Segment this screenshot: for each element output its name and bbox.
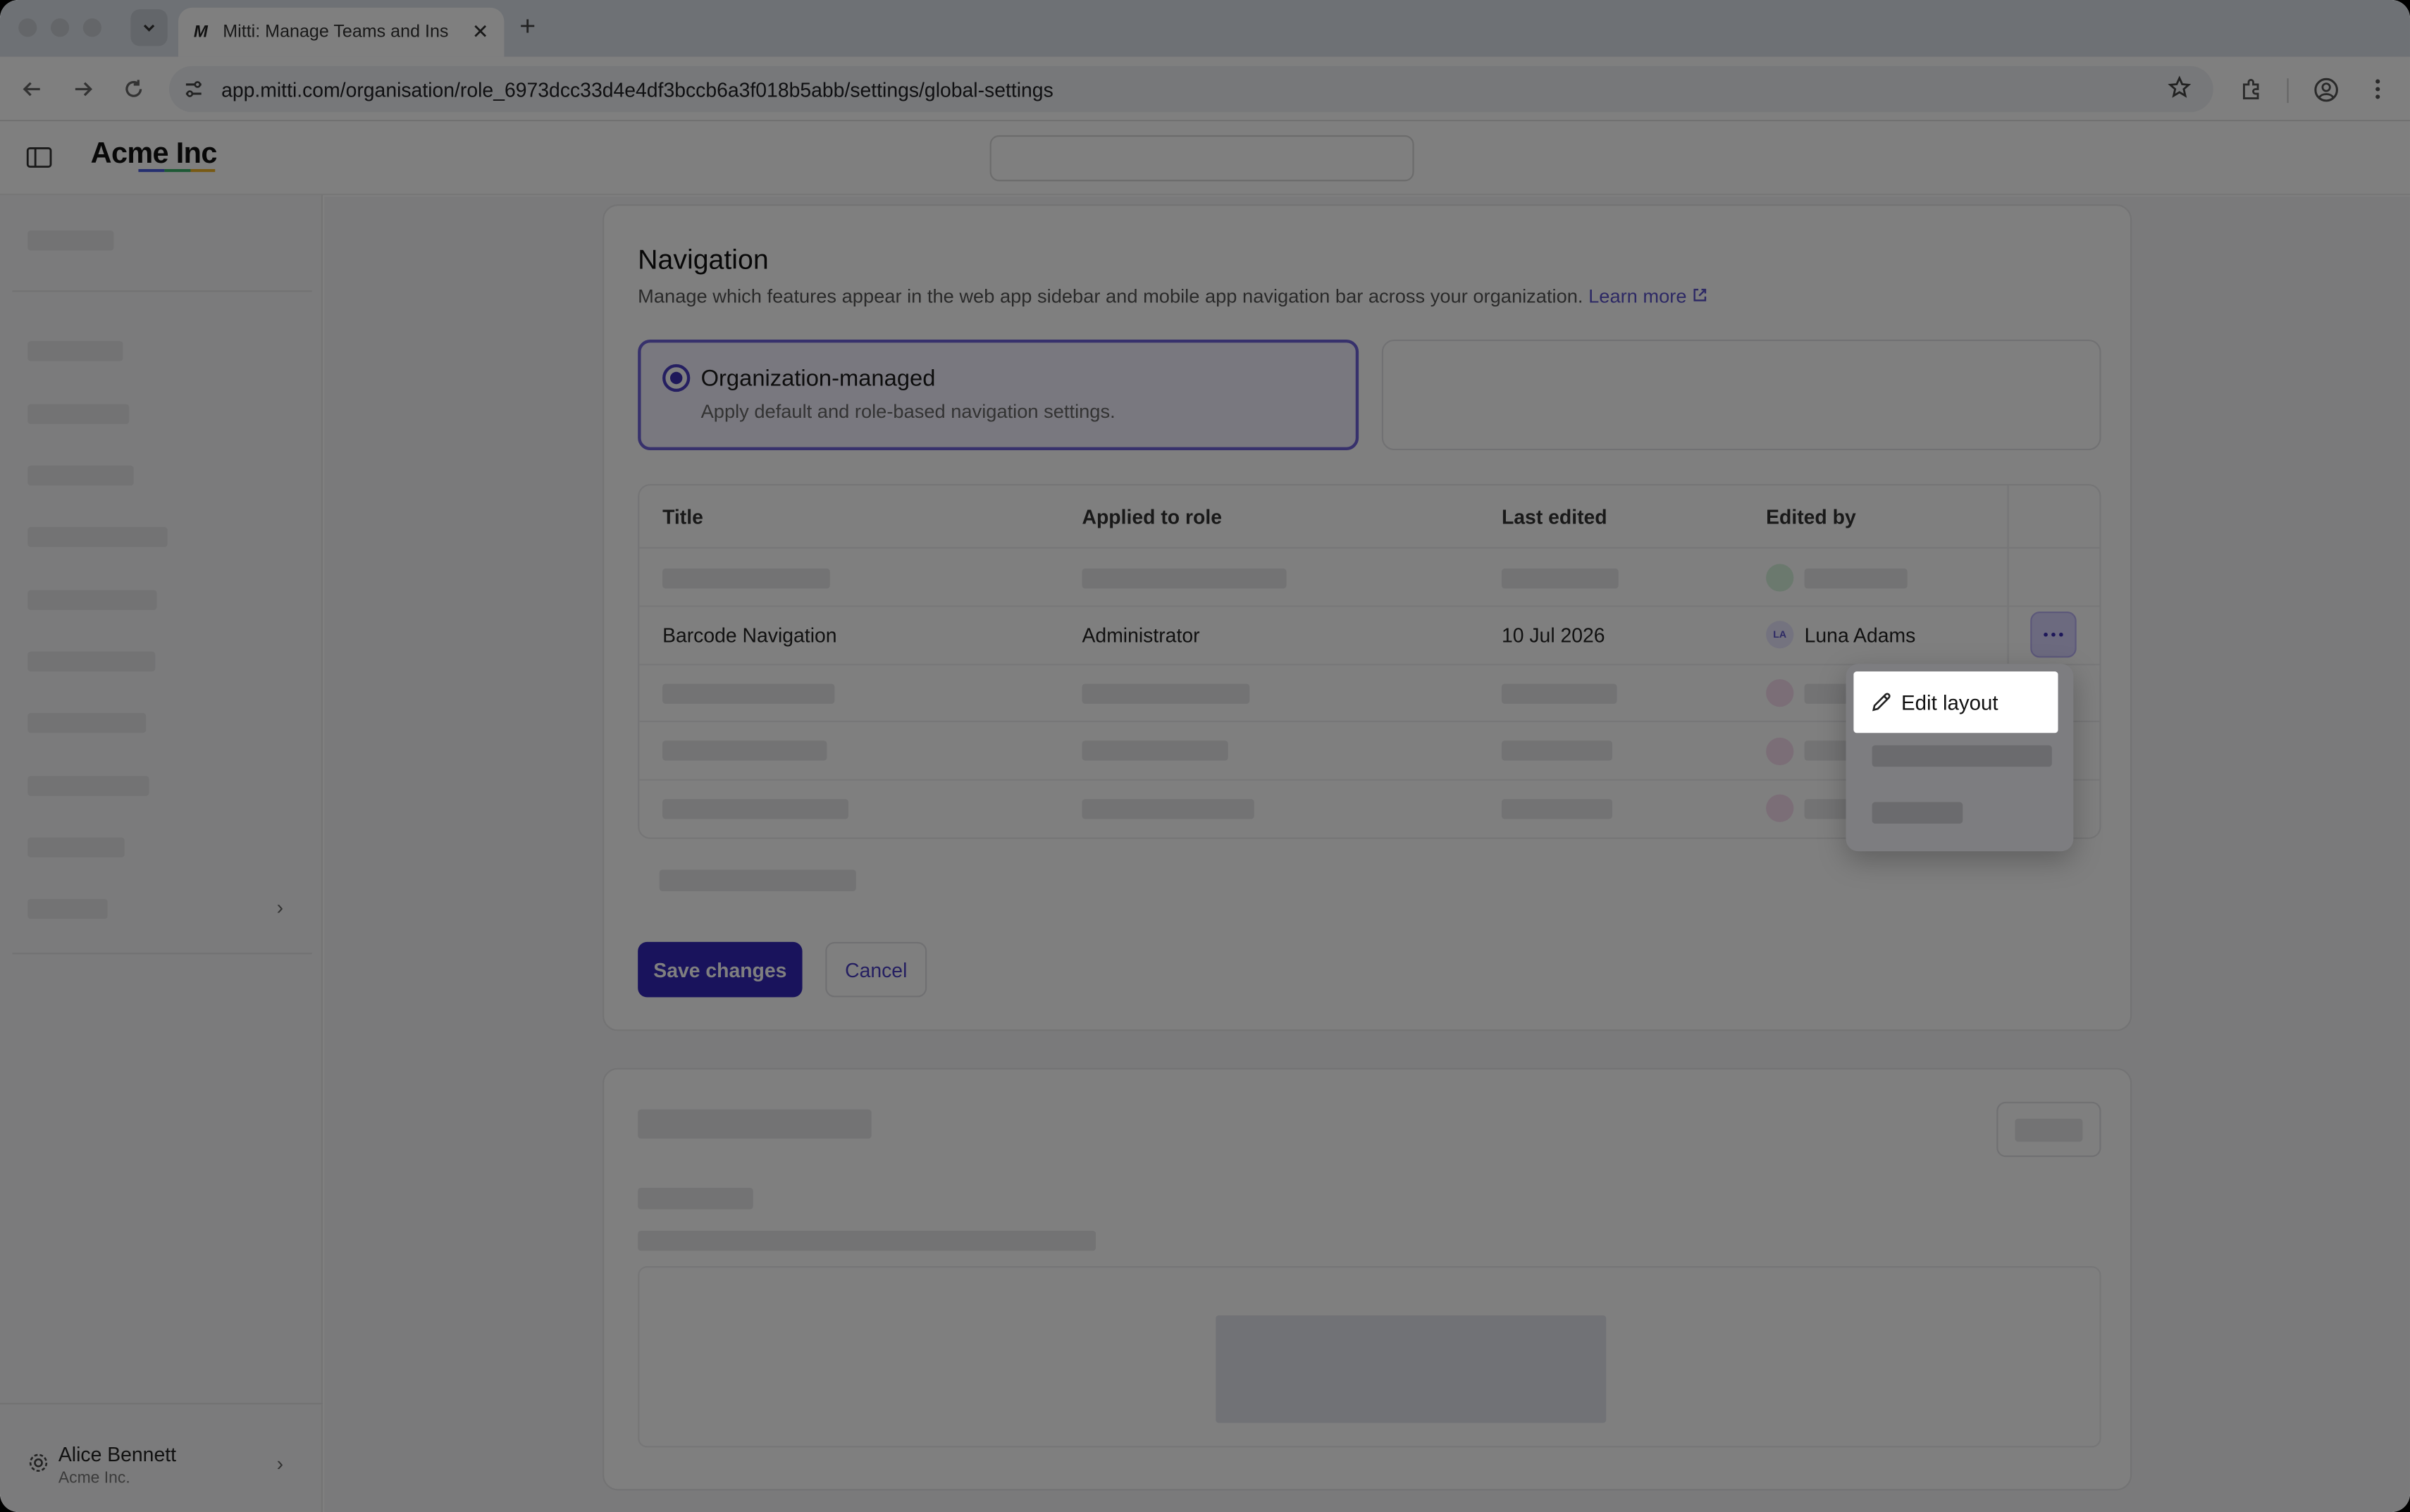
pencil-icon xyxy=(1872,693,1891,712)
edit-layout-label: Edit layout xyxy=(1901,690,1998,714)
row-actions-menu: Edit layout xyxy=(1846,664,2074,852)
browser-window: M Mitti: Manage Teams and Ins ✕ + app.mi… xyxy=(0,0,2410,1512)
menu-item-placeholder[interactable] xyxy=(1872,802,1963,824)
edit-layout-menu-item[interactable]: Edit layout xyxy=(1853,671,2058,733)
menu-item-placeholder[interactable] xyxy=(1872,745,2052,767)
